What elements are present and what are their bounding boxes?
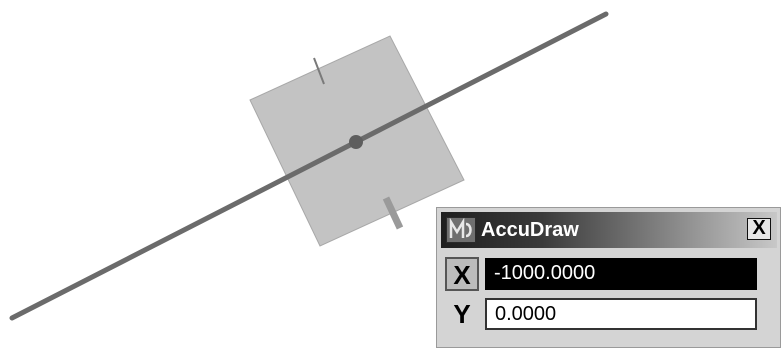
compass-origin-point [349, 135, 363, 149]
y-value-field[interactable]: 0.0000 [485, 298, 757, 330]
dialog-title: AccuDraw [481, 219, 579, 241]
x-axis-lock-button[interactable]: X [445, 257, 479, 291]
accudraw-dialog: AccuDraw X X -1000.0000 Y 0.0000 [436, 207, 781, 348]
microstation-app-icon [446, 217, 476, 243]
accudraw-titlebar[interactable]: AccuDraw X [441, 212, 777, 248]
close-button[interactable]: X [747, 218, 771, 240]
y-axis-lock-button[interactable]: Y [445, 298, 479, 332]
x-value-field[interactable]: -1000.0000 [485, 258, 757, 290]
